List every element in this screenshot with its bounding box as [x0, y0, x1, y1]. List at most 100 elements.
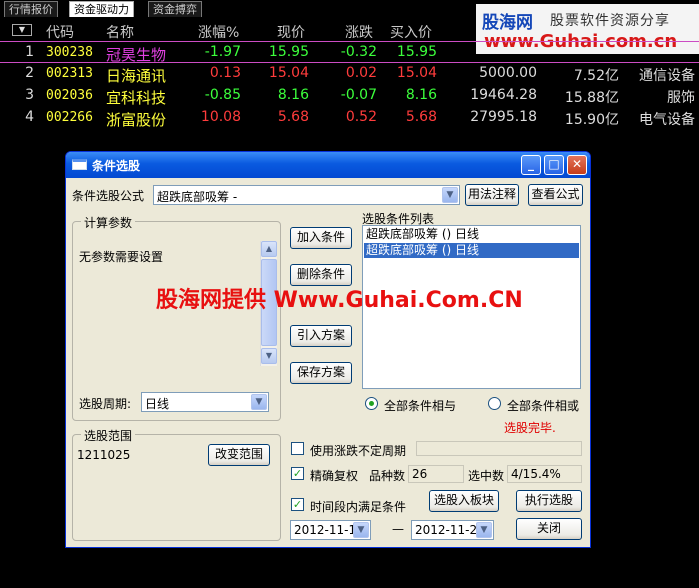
- stock-pct: 0.13: [209, 65, 241, 81]
- date-to-picker[interactable]: 2012-11-25 ▼: [411, 520, 494, 540]
- stock-pct: -0.85: [204, 87, 241, 103]
- stock-cap: 15.90亿: [564, 112, 619, 128]
- stock-bid: 5.68: [405, 109, 437, 125]
- stock-screen-dialog: 条件选股 _ □ ✕ 条件选股公式 超跌底部吸筹 - ▼ 用法注释 查看公式 计…: [65, 151, 591, 548]
- chevron-down-icon[interactable]: ▼: [476, 522, 492, 538]
- save-plan-button[interactable]: 保存方案: [290, 362, 352, 384]
- use-period-label: 使用涨跌不定周期: [310, 444, 407, 458]
- stock-bid: 15.95: [396, 44, 437, 60]
- scope-group: 选股范围 1211025 改变范围: [72, 427, 281, 541]
- stock-industry: 电气设备: [639, 112, 695, 128]
- stock-change: 0.02: [345, 65, 377, 81]
- col-pct[interactable]: 涨幅%: [198, 22, 239, 42]
- params-group-title: 计算参数: [81, 214, 136, 231]
- scroll-up-icon[interactable]: ▲: [261, 241, 277, 257]
- row-number: 1: [25, 44, 34, 60]
- tab-fund-drive[interactable]: 资金驱动力: [69, 1, 134, 17]
- table-row[interactable]: 4 002266 浙富股份 10.08 5.68 0.52 5.68 27995…: [0, 107, 699, 129]
- exact-adjust-label: 精确复权: [310, 469, 359, 483]
- quote-table-header: ▼ 代码 名称 涨幅% 现价 涨跌 买入价: [0, 19, 699, 41]
- stock-cap: 15.88亿: [564, 90, 619, 106]
- col-code[interactable]: 代码: [46, 22, 74, 42]
- radio-or-label[interactable]: 全部条件相或: [507, 397, 579, 414]
- run-screen-button[interactable]: 执行选股: [516, 490, 582, 512]
- tab-fund-game[interactable]: 资金搏弈: [148, 1, 202, 17]
- stock-change: -0.07: [340, 87, 377, 103]
- stock-volume: 5000.00: [479, 65, 537, 81]
- period-label: 选股周期:: [79, 397, 132, 411]
- formula-value: 超跌底部吸筹 -: [157, 190, 238, 204]
- stock-code: 300238: [46, 45, 93, 60]
- stock-name: 浙富股份: [106, 111, 167, 129]
- scope-value: 1211025: [77, 448, 131, 462]
- stock-bid: 8.16: [405, 87, 437, 103]
- stock-volume: 19464.28: [470, 87, 537, 103]
- radio-and[interactable]: [365, 397, 378, 410]
- params-text: 无参数需要设置: [79, 250, 164, 264]
- scope-group-title: 选股范围: [81, 427, 136, 444]
- window-icon: [72, 159, 87, 170]
- change-scope-button[interactable]: 改变范围: [208, 444, 270, 466]
- minimize-icon[interactable]: _: [521, 155, 541, 175]
- stock-change: -0.32: [340, 44, 377, 60]
- dialog-titlebar[interactable]: 条件选股 _ □ ✕: [66, 152, 590, 178]
- row-number: 2: [25, 65, 34, 81]
- stock-pct: -1.97: [204, 44, 241, 60]
- close-button[interactable]: 关闭: [516, 518, 582, 540]
- col-change[interactable]: 涨跌: [345, 22, 373, 42]
- range-label: 时间段内满足条件: [310, 500, 407, 514]
- stock-volume: 27995.18: [470, 109, 537, 125]
- stock-bid: 15.04: [396, 65, 437, 81]
- hit-field: 4/15.4%: [507, 465, 582, 483]
- stock-name: 宜科科技: [106, 89, 167, 107]
- row-number: 4: [25, 109, 34, 125]
- add-condition-button[interactable]: 加入条件: [290, 227, 352, 249]
- chevron-down-icon[interactable]: ▼: [442, 187, 458, 203]
- list-item[interactable]: 超跌底部吸筹 () 日线: [364, 243, 579, 258]
- stock-industry: 服饰: [667, 90, 695, 106]
- stock-change: 0.52: [345, 109, 377, 125]
- progress-bar: [416, 441, 582, 456]
- chevron-down-icon[interactable]: ▼: [353, 522, 369, 538]
- radio-and-label[interactable]: 全部条件相与: [384, 397, 456, 414]
- chevron-down-icon[interactable]: ▼: [251, 394, 267, 410]
- status-text: 选股完毕.: [504, 421, 556, 435]
- stock-cap: 7.52亿: [573, 68, 619, 84]
- stock-code: 002313: [46, 66, 93, 81]
- view-formula-button[interactable]: 查看公式: [528, 184, 583, 206]
- range-checkbox[interactable]: ✓: [291, 498, 304, 511]
- table-row[interactable]: 1 300238 冠昊生物 -1.97 15.95 -0.32 15.95: [0, 41, 699, 64]
- radio-or[interactable]: [488, 397, 501, 410]
- maximize-icon[interactable]: □: [544, 155, 564, 175]
- formula-select[interactable]: 超跌底部吸筹 - ▼: [153, 185, 460, 205]
- table-row[interactable]: 2 002313 日海通讯 0.13 15.04 0.02 15.04 5000…: [0, 63, 699, 85]
- stock-price: 8.16: [277, 87, 309, 103]
- col-name[interactable]: 名称: [106, 22, 134, 42]
- usage-notes-button[interactable]: 用法注释: [465, 184, 519, 206]
- import-plan-button[interactable]: 引入方案: [290, 325, 352, 347]
- column-menu-icon[interactable]: ▼: [12, 24, 32, 36]
- table-row[interactable]: 3 002036 宜科科技 -0.85 8.16 -0.07 8.16 1946…: [0, 85, 699, 107]
- dialog-title: 条件选股: [92, 159, 141, 173]
- use-period-checkbox[interactable]: [291, 442, 304, 455]
- col-price[interactable]: 现价: [277, 22, 305, 42]
- stock-price: 15.95: [268, 44, 309, 60]
- scroll-down-icon[interactable]: ▼: [261, 348, 277, 364]
- watermark-text: 股海网提供 Www.Guhai.Com.CN: [156, 288, 523, 313]
- tab-quotes[interactable]: 行情报价: [4, 1, 58, 17]
- list-item[interactable]: 超跌底部吸筹 () 日线: [364, 227, 579, 242]
- date-from-picker[interactable]: 2012-11-19 ▼: [290, 520, 371, 540]
- date-separator: —: [392, 522, 404, 536]
- period-select[interactable]: 日线 ▼: [141, 392, 269, 412]
- stock-pct: 10.08: [200, 109, 241, 125]
- exact-adjust-checkbox[interactable]: ✓: [291, 467, 304, 480]
- close-icon[interactable]: ✕: [567, 155, 587, 175]
- stock-name: 日海通讯: [106, 67, 167, 85]
- formula-label: 条件选股公式: [72, 189, 145, 203]
- col-bid[interactable]: 买入价: [390, 22, 432, 42]
- stock-industry: 通信设备: [639, 68, 695, 84]
- count-label: 品种数: [369, 469, 406, 483]
- hit-label: 选中数: [468, 469, 505, 483]
- stock-price: 15.04: [268, 65, 309, 81]
- add-to-board-button[interactable]: 选股入板块: [429, 490, 499, 512]
